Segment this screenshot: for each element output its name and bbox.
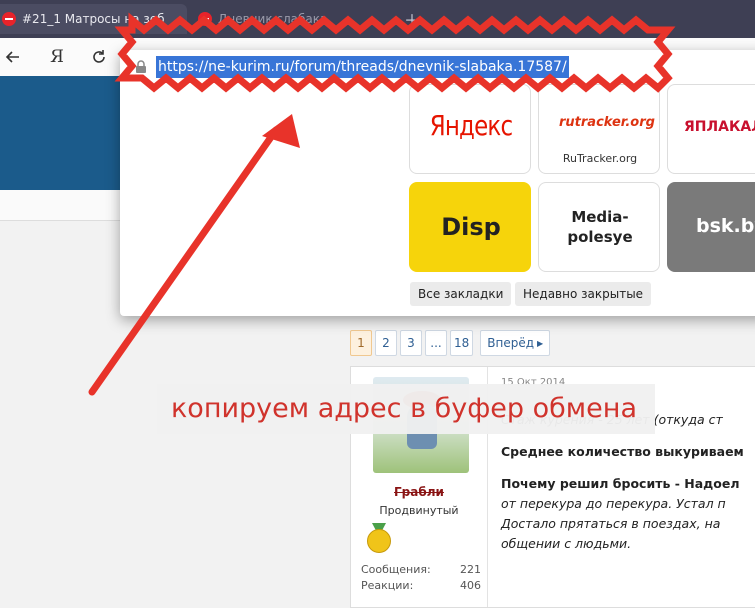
url-input-selected[interactable]: https://ne-kurim.ru/forum/threads/dnevni… — [156, 56, 569, 78]
next-page-button[interactable]: Вперёд ▶ — [480, 330, 551, 356]
message-line: Достало прятаться в поездах, на — [501, 516, 721, 531]
tab-title: #21_1 Матросы на зеб — [22, 12, 165, 26]
stat-reactions: Реакции: 406 — [361, 579, 481, 592]
yandex-glyph: Я — [50, 47, 64, 67]
speed-dial-tile-yandex[interactable]: Яндекс — [409, 84, 531, 174]
stat-label: Реакции: — [361, 579, 414, 592]
stat-messages: Сообщения: 221 — [361, 563, 481, 576]
message-line: от перекура до перекура. Устал п — [501, 496, 726, 511]
tab-active[interactable]: #21_1 Матросы на зеб — [0, 4, 187, 34]
tab-inactive[interactable]: Дневник слабака — [190, 4, 403, 34]
speed-dial-tile-bsk[interactable]: bsk.by — [667, 182, 755, 272]
arrow-left-icon — [5, 51, 19, 63]
stat-label: Сообщения: — [361, 563, 431, 576]
stat-value: 406 — [460, 579, 481, 592]
yandex-home-button[interactable]: Я — [44, 44, 70, 70]
next-label: Вперёд — [487, 336, 535, 350]
yaplakal-logo: ЯПЛАКАЛ — [684, 119, 755, 135]
username-link[interactable]: Грабли — [351, 485, 487, 499]
address-bar[interactable]: https://ne-kurim.ru/forum/threads/dnevni… — [120, 50, 755, 86]
stat-value: 221 — [460, 563, 481, 576]
omnibox-dropdown: https://ne-kurim.ru/forum/threads/dnevni… — [120, 50, 755, 316]
tab-strip: #21_1 Матросы на зеб Дневник слабака ＋ — [0, 0, 755, 38]
new-tab-button[interactable]: ＋ — [400, 4, 444, 34]
reload-icon — [93, 50, 105, 63]
tile-label-line: Media- — [571, 208, 629, 226]
pagination: 1 2 3 ... 18 Вперёд ▶ — [350, 330, 551, 356]
yandex-logo-text: Яндекс — [429, 109, 513, 142]
tile-caption: RuTracker.org — [562, 152, 638, 165]
page-link[interactable]: 3 — [400, 330, 422, 356]
lock-icon[interactable] — [134, 60, 148, 74]
stop-sign-favicon-icon — [2, 12, 16, 26]
back-button[interactable] — [0, 44, 26, 70]
page-link[interactable]: 2 — [375, 330, 397, 356]
caret-right-icon: ▶ — [537, 338, 544, 348]
tile-label: bsk.by — [696, 215, 755, 237]
speed-dial-tile-disp[interactable]: Disp — [409, 182, 531, 272]
reload-button[interactable] — [86, 44, 112, 70]
speed-dial-tile-rutracker[interactable]: rutracker.org RuTracker.org — [538, 84, 660, 174]
tile-label: Media- polesye — [539, 207, 659, 247]
yandex-logo: Яндекс — [421, 109, 521, 142]
message-line: Почему решил бросить - Надоел — [501, 476, 740, 491]
stop-sign-favicon-icon — [198, 12, 212, 26]
tab-title: Дневник слабака — [218, 12, 328, 26]
plus-icon: ＋ — [404, 11, 421, 30]
medal-icon — [367, 523, 391, 553]
speed-dial-tile-yaplakal[interactable]: ЯПЛАКАЛ — [667, 84, 755, 174]
recently-closed-button[interactable]: Недавно закрытые — [515, 282, 652, 306]
speed-dial-tile-media-polesye[interactable]: Media- polesye — [538, 182, 660, 272]
user-rank: Продвинутый — [379, 504, 459, 517]
all-bookmarks-button[interactable]: Все закладки — [410, 282, 512, 306]
message-line: Среднее количество выкуриваем — [501, 444, 744, 459]
page-link-current[interactable]: 1 — [350, 330, 372, 356]
tile-label: Disp — [441, 213, 501, 241]
message-line: общении с людьми. — [501, 536, 632, 551]
rutracker-logo: rutracker.org — [559, 115, 655, 130]
annotation-caption: копируем адрес в буфер обмена — [157, 384, 655, 434]
page-link-last[interactable]: 18 — [450, 330, 474, 356]
tile-label-line: polesye — [567, 228, 633, 246]
page-ellipsis[interactable]: ... — [425, 330, 447, 356]
medal-coin — [367, 529, 391, 553]
